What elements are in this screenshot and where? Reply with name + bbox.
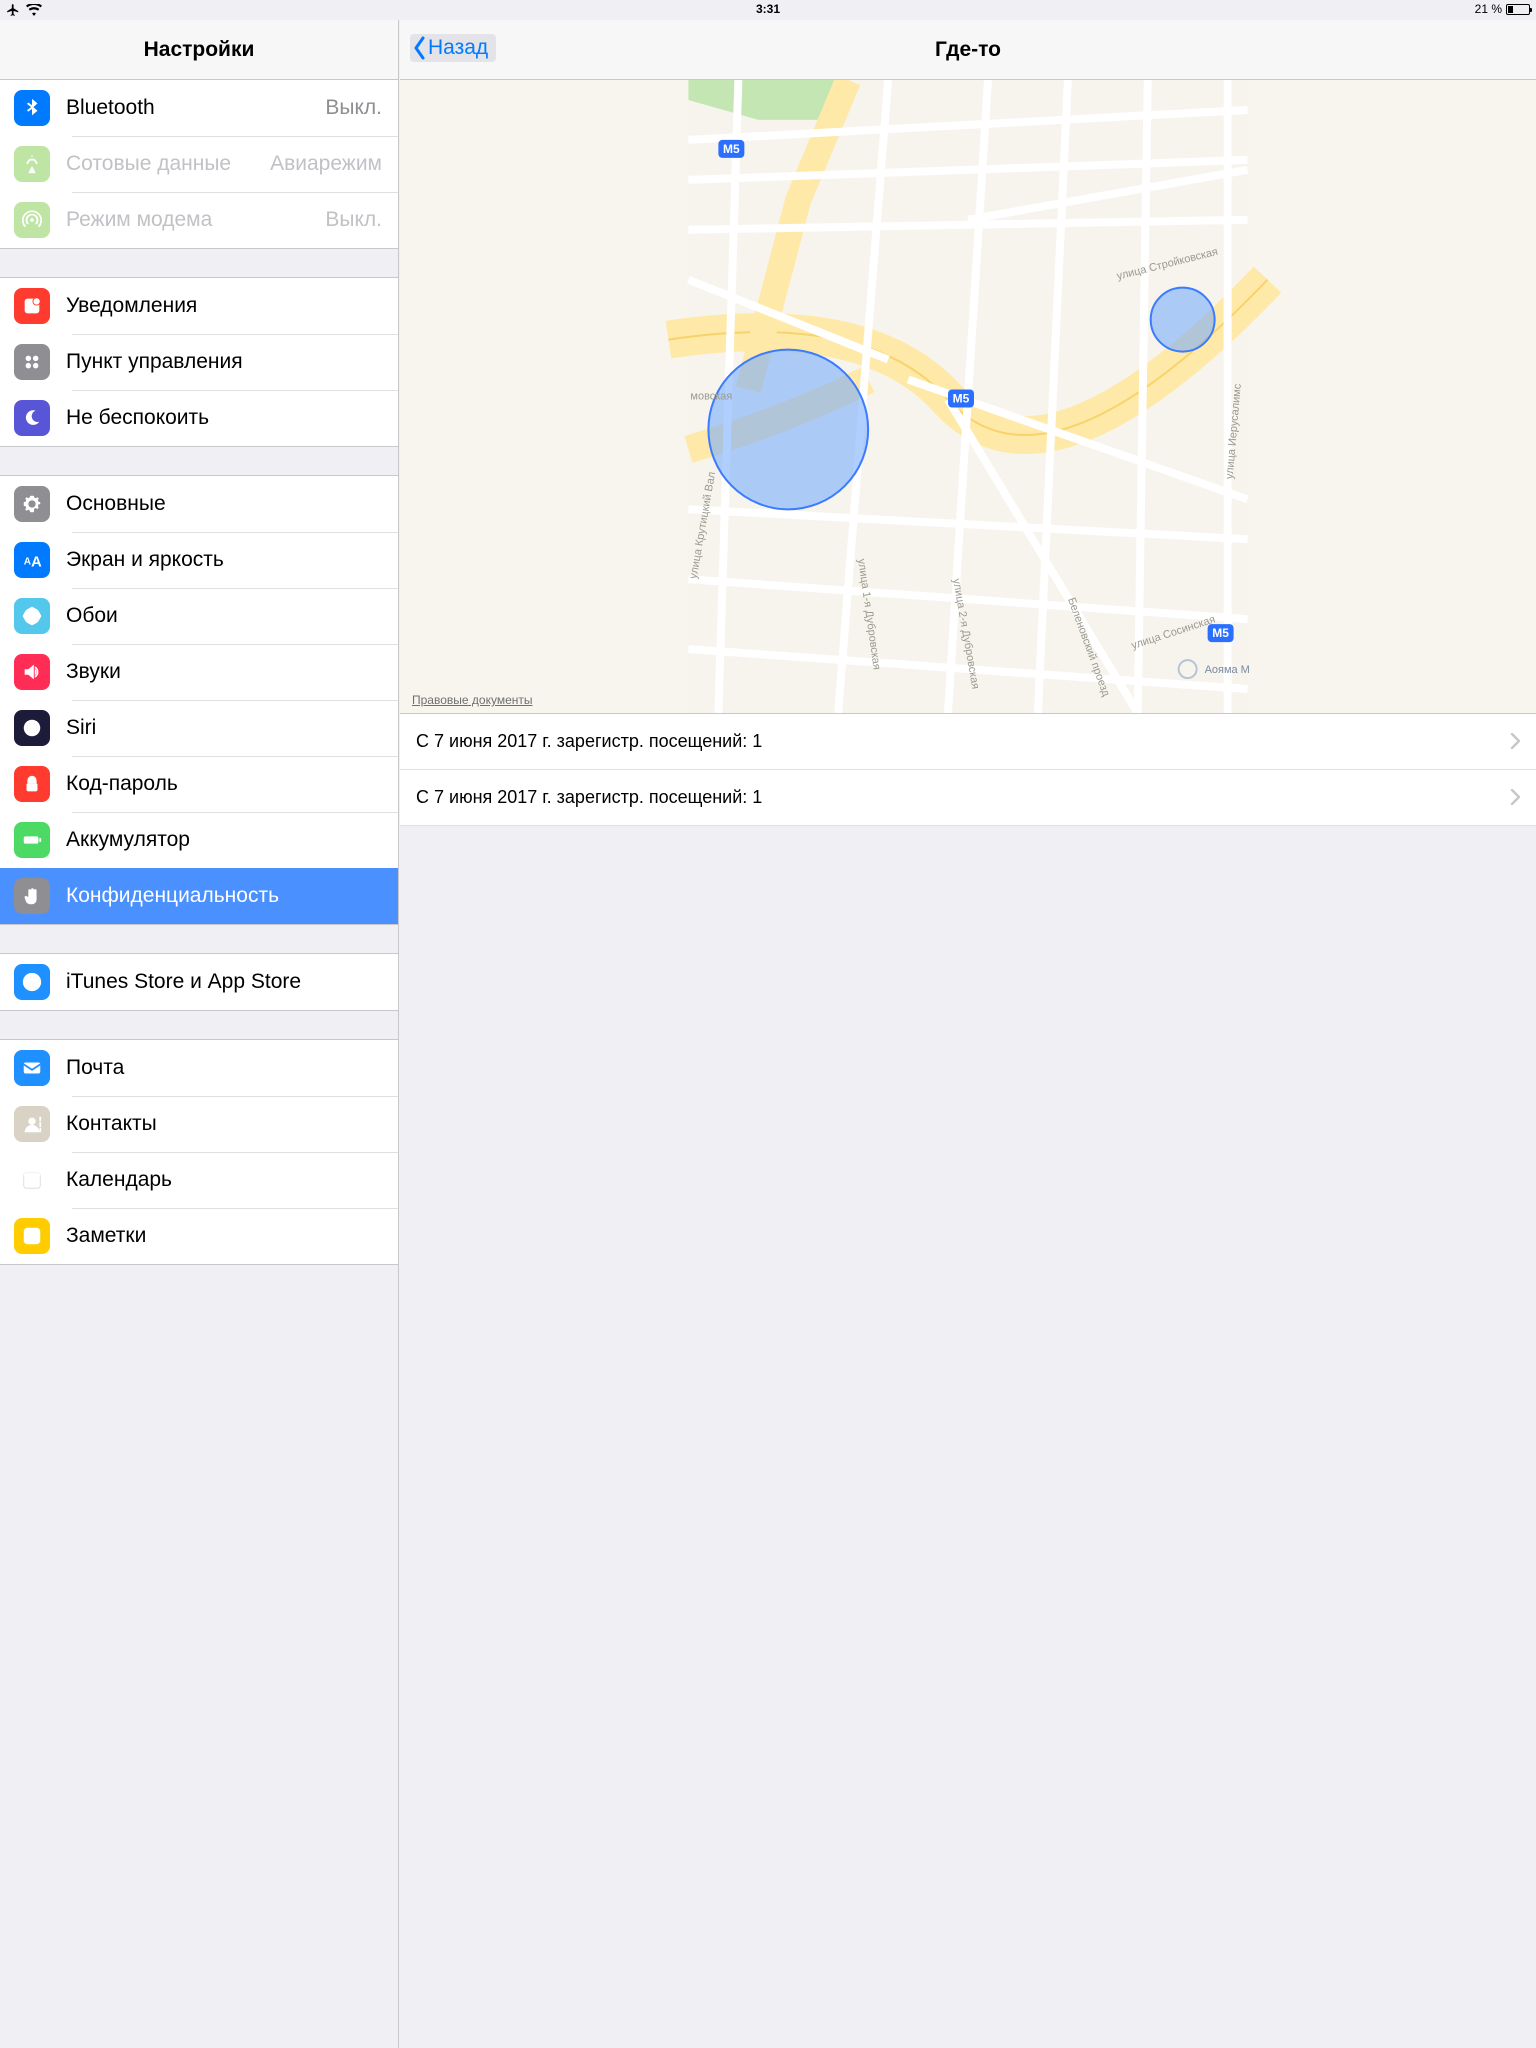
settings-group: Почта Контакты Календарь Заметки — [0, 1039, 398, 1265]
notifications-icon — [14, 288, 50, 324]
gear-icon — [14, 486, 50, 522]
contacts-icon — [14, 1106, 50, 1142]
settings-sidebar: Настройки BluetoothВыкл.Сотовые данныеАв… — [0, 20, 399, 2048]
visit-row[interactable]: С 7 июня 2017 г. зарегистр. посещений: 1 — [400, 770, 1536, 826]
siri-icon — [14, 710, 50, 746]
sidebar-item-general[interactable]: Основные — [0, 476, 398, 532]
sidebar-item-siri[interactable]: Siri — [0, 700, 398, 756]
sidebar-item-store[interactable]: iTunes Store и App Store — [0, 954, 398, 1010]
status-bar: 3:31 21 % — [0, 0, 1536, 20]
settings-group: iTunes Store и App Store — [0, 953, 398, 1011]
sidebar-item-label: Почта — [66, 1056, 382, 1080]
battery-percent: 21 % — [1475, 2, 1502, 16]
sidebar-item-label: Bluetooth — [66, 96, 325, 120]
mail-icon — [14, 1050, 50, 1086]
sidebar-item-display[interactable]: AA Экран и яркость — [0, 532, 398, 588]
sidebar-item-label: Экран и яркость — [66, 548, 382, 572]
airplane-icon — [6, 3, 20, 20]
sidebar-item-label: Календарь — [66, 1168, 382, 1192]
bluetooth-icon — [14, 90, 50, 126]
notes-icon — [14, 1218, 50, 1254]
svg-text:M5: M5 — [1212, 626, 1229, 640]
chevron-right-icon — [1510, 785, 1520, 811]
road-badge-icon: M5 — [718, 140, 744, 158]
sidebar-item-calendar[interactable]: Календарь — [0, 1152, 398, 1208]
cellular-icon — [14, 146, 50, 182]
settings-group: Уведомления Пункт управления Не беспокоить — [0, 277, 398, 447]
sidebar-item-sounds[interactable]: Звуки — [0, 644, 398, 700]
display-icon: AA — [14, 542, 50, 578]
sidebar-item-label: Код-пароль — [66, 772, 382, 796]
chevron-right-icon — [1510, 729, 1520, 755]
back-button[interactable]: Назад — [410, 34, 496, 62]
sidebar-item-wallpaper[interactable]: Обои — [0, 588, 398, 644]
sidebar-item-label: Не беспокоить — [66, 406, 382, 430]
sidebar-item-label: Аккумулятор — [66, 828, 382, 852]
dnd-icon — [14, 400, 50, 436]
sidebar-item-label: Siri — [66, 716, 382, 740]
sidebar-item-label: Пункт управления — [66, 350, 382, 374]
sidebar-item-detail: Авиарежим — [270, 152, 382, 176]
settings-group: Основные AA Экран и яркость Обои Звуки Siri Ко… — [0, 475, 398, 925]
battery-icon — [1506, 4, 1530, 15]
sidebar-item-cellular[interactable]: Сотовые данныеАвиарежим — [0, 136, 398, 192]
detail-title: Где-то — [935, 38, 1001, 62]
lock-icon — [14, 766, 50, 802]
controlcenter-icon — [14, 344, 50, 380]
wallpaper-icon — [14, 598, 50, 634]
sidebar-item-contacts[interactable]: Контакты — [0, 1096, 398, 1152]
sidebar-item-notes[interactable]: Заметки — [0, 1208, 398, 1264]
sidebar-item-label: Режим модема — [66, 208, 325, 232]
sounds-icon — [14, 654, 50, 690]
sidebar-item-notifications[interactable]: Уведомления — [0, 278, 398, 334]
visit-row-label: С 7 июня 2017 г. зарегистр. посещений: 1 — [416, 787, 1510, 808]
sidebar-item-detail: Выкл. — [325, 208, 382, 232]
sidebar-item-label: Конфиденциальность — [66, 884, 382, 908]
battery-icon — [14, 822, 50, 858]
sidebar-item-passcode[interactable]: Код-пароль — [0, 756, 398, 812]
visit-row[interactable]: С 7 июня 2017 г. зарегистр. посещений: 1 — [400, 714, 1536, 770]
settings-group: BluetoothВыкл.Сотовые данныеАвиарежимРеж… — [0, 80, 398, 249]
location-map[interactable]: M5 M5 M5 улица Стройковская улица 1-я Ду… — [400, 80, 1536, 714]
svg-text:мовская: мовская — [690, 390, 732, 402]
svg-text:M5: M5 — [723, 142, 740, 156]
sidebar-item-label: Обои — [66, 604, 382, 628]
sidebar-item-controlcenter[interactable]: Пункт управления — [0, 334, 398, 390]
detail-pane: Назад Где-то — [400, 20, 1536, 2048]
sidebar-item-label: Уведомления — [66, 294, 382, 318]
sidebar-item-mail[interactable]: Почта — [0, 1040, 398, 1096]
sidebar-item-label: Заметки — [66, 1224, 382, 1248]
sidebar-item-battery[interactable]: Аккумулятор — [0, 812, 398, 868]
hotspot-icon — [14, 202, 50, 238]
sidebar-item-detail: Выкл. — [325, 96, 382, 120]
svg-text:A: A — [31, 554, 42, 570]
sidebar-title: Настройки — [144, 38, 255, 62]
sidebar-item-label: Звуки — [66, 660, 382, 684]
wifi-icon — [26, 4, 42, 19]
map-legal-link[interactable]: Правовые документы — [412, 693, 533, 707]
sidebar-item-privacy[interactable]: Конфиденциальность — [0, 868, 398, 924]
back-label: Назад — [428, 36, 488, 60]
svg-text:Аояма М: Аояма М — [1205, 664, 1250, 676]
detail-navbar: Назад Где-то — [400, 20, 1536, 80]
svg-text:M5: M5 — [953, 391, 970, 405]
calendar-icon — [14, 1162, 50, 1198]
sidebar-item-label: Контакты — [66, 1112, 382, 1136]
sidebar-item-bluetooth[interactable]: BluetoothВыкл. — [0, 80, 398, 136]
visit-row-label: С 7 июня 2017 г. зарегистр. посещений: 1 — [416, 731, 1510, 752]
hand-icon — [14, 878, 50, 914]
sidebar-item-hotspot[interactable]: Режим модемаВыкл. — [0, 192, 398, 248]
status-time: 3:31 — [756, 2, 780, 16]
sidebar-item-label: Сотовые данные — [66, 152, 270, 176]
sidebar-item-label: Основные — [66, 492, 382, 516]
sidebar-item-label: iTunes Store и App Store — [66, 970, 382, 994]
appstore-icon — [14, 964, 50, 1000]
sidebar-navbar: Настройки — [0, 20, 398, 80]
sidebar-item-dnd[interactable]: Не беспокоить — [0, 390, 398, 446]
